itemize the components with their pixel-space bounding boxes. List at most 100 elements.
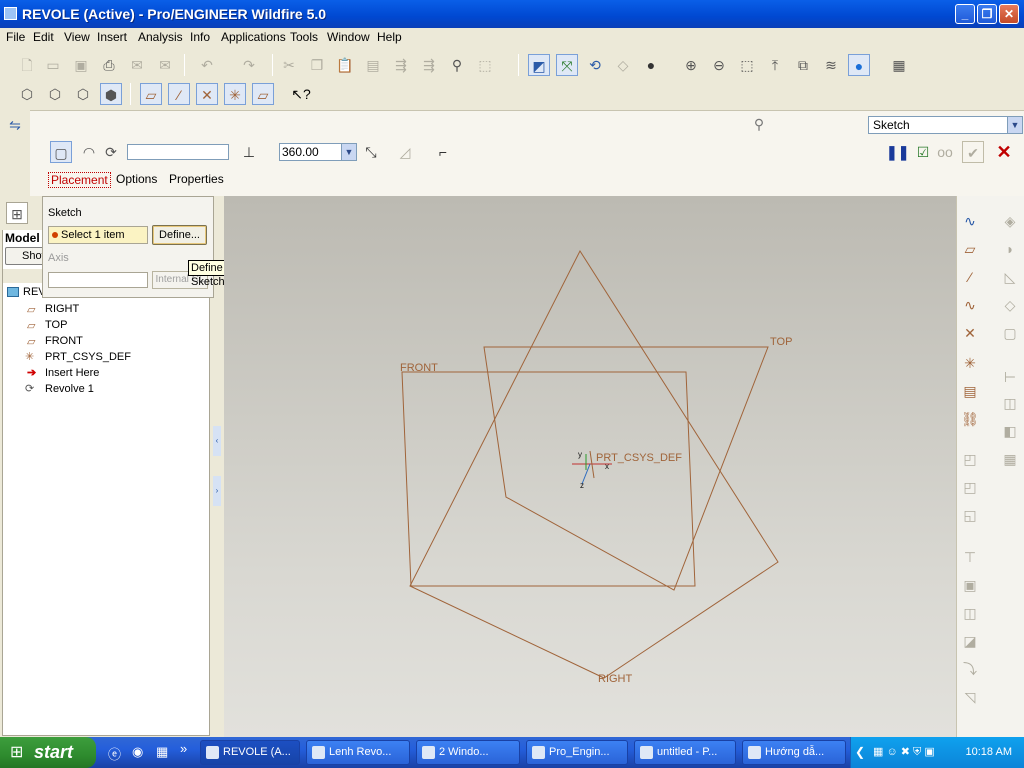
send-icon[interactable]: ✉ [154,54,176,76]
paste-icon[interactable]: 📋 [334,54,356,76]
email-icon[interactable]: ✉ [126,54,148,76]
filter-select[interactable]: Sketch ▼ [868,116,1023,134]
angle-value-select[interactable]: 360.00 ▼ [279,143,357,161]
undo-icon[interactable]: ↶ [196,54,218,76]
annotations-icon[interactable]: ▱ [252,83,274,105]
sweep-icon[interactable]: ◱ [959,504,981,526]
define-button[interactable]: Define... [152,225,207,245]
axis-tool-icon[interactable]: ⁄ [959,266,981,288]
trim-icon[interactable]: ▣ [959,574,981,596]
rib-icon[interactable]: ⊢ [999,366,1021,388]
close-button[interactable]: ✕ [999,4,1019,24]
chain-icon[interactable]: ⛓ [959,408,981,430]
paste-special-icon[interactable]: ▤ [362,54,384,76]
thicken-icon[interactable]: ◪ [959,630,981,652]
revolve-tool-icon[interactable]: ◰ [959,476,981,498]
offset-icon[interactable]: ◫ [959,602,981,624]
menu-view[interactable]: View [64,30,90,44]
task-windows-group[interactable]: 2 Windo... [416,740,520,765]
quicklaunch-icon[interactable]: ◉ [132,744,143,760]
angle-option-icon[interactable]: ⊥ [238,141,260,163]
axis-collector-icon[interactable]: ⟳ [100,141,122,163]
tree-item-insert-here[interactable]: Insert Here [45,367,99,379]
menu-analysis[interactable]: Analysis [138,30,183,44]
tree-item-right[interactable]: RIGHT [45,303,79,315]
tab-placement[interactable]: Placement [48,172,111,188]
remove-material-icon[interactable]: ◿ [394,141,416,163]
task-untitled-paint[interactable]: untitled - P... [634,740,736,765]
point-tool-icon[interactable]: ✕ [959,322,981,344]
hidden-line-icon[interactable]: ⬡ [44,83,66,105]
zoom-in-icon[interactable]: ⊕ [680,54,702,76]
shading-icon[interactable]: ⬢ [100,83,122,105]
open-folder-icon[interactable]: ▭ [42,54,64,76]
reorient-icon[interactable]: ⤒ [764,54,786,76]
new-file-icon[interactable]: 🗋 [16,54,38,76]
layers-icon[interactable]: ≋ [820,54,842,76]
redo-icon[interactable]: ↷ [238,54,260,76]
quicklaunch-more-icon[interactable]: » [180,741,187,756]
tree-item-top[interactable]: TOP [45,319,67,331]
thicken-sketch-icon[interactable]: ⌐ [432,141,454,163]
ie-icon[interactable]: ⓔ [108,744,121,763]
tab-properties[interactable]: Properties [169,172,224,186]
menu-applications[interactable]: Applications [221,30,286,44]
cancel-x-icon[interactable]: ✕ [993,141,1015,163]
context-help-icon[interactable]: ↖? [290,83,312,105]
task-lenh-revo[interactable]: Lenh Revo... [306,740,410,765]
view-manager-icon[interactable]: ⧉ [792,54,814,76]
refit-icon[interactable]: ⬚ [736,54,758,76]
regenerate-manager-icon[interactable]: ⇶ [418,54,440,76]
flip-direction-icon[interactable]: ⤡ [360,141,382,163]
print-icon[interactable]: ⎙ [98,54,120,76]
plane-tool-icon[interactable]: ▱ [959,238,981,260]
display-style-icon[interactable]: ● [848,54,870,76]
sketch-tool-icon[interactable]: ∿ [959,210,981,232]
csys-tool-icon[interactable]: ✳ [959,352,981,374]
model-tree-tab-icon[interactable]: ⊞ [6,202,28,224]
surface-icon[interactable]: ◠ [78,141,100,163]
minimize-button[interactable]: _ [955,4,975,24]
orient-mode-icon[interactable]: ⟲ [584,54,606,76]
warp-icon[interactable]: ◹ [959,686,981,708]
maximize-button[interactable]: ❐ [977,4,997,24]
task-revole[interactable]: REVOLE (A... [200,740,300,765]
smart-filter-icon[interactable]: ⚲ [748,113,770,135]
extrude-icon[interactable]: ◰ [959,448,981,470]
axis-collector[interactable] [48,272,148,288]
spin-center-icon[interactable]: ⤧ [556,54,578,76]
grid-icon[interactable]: ▦ [999,448,1021,470]
saved-views-icon[interactable]: ◇ [612,54,634,76]
tab-options[interactable]: Options [116,172,157,186]
curve-tool-icon[interactable]: ∿ [959,294,981,316]
datum-planes-icon[interactable]: ▱ [140,83,162,105]
appearance-sphere-icon[interactable]: ● [640,54,662,76]
shell-icon[interactable]: ▢ [999,322,1021,344]
pause-icon[interactable]: ❚❚ [886,141,909,163]
zoom-out-icon[interactable]: ⊖ [708,54,730,76]
model-tree-toggle-icon[interactable]: ▦ [888,54,910,76]
graphics-window[interactable]: FRONT TOP RIGHT PRT_CSYS_DEF y x z [224,196,956,737]
regenerate-icon[interactable]: ⇶ [390,54,412,76]
task-pro-engin[interactable]: Pro_Engin... [526,740,628,765]
quicklaunch-icon[interactable]: ▦ [156,744,168,760]
preview-glasses-icon[interactable]: oo [934,141,956,163]
menu-info[interactable]: Info [190,30,210,44]
show-button[interactable]: Show [5,247,50,265]
hole-icon[interactable]: ◈ [999,210,1021,232]
solid-icon[interactable]: ▢ [50,141,72,163]
menu-window[interactable]: Window [327,30,370,44]
tree-item-front[interactable]: FRONT [45,335,83,347]
axis-collector-input[interactable] [127,144,229,160]
datum-axes-icon[interactable]: ⁄ [168,83,190,105]
verify-checkbox-icon[interactable]: ☑ [912,141,934,163]
chamfer-icon[interactable]: ◺ [999,266,1021,288]
tray-expand-icon[interactable]: ❮ [855,745,865,759]
copy-icon[interactable]: ❐ [306,54,328,76]
repaint-icon[interactable]: ◩ [528,54,550,76]
menu-insert[interactable]: Insert [97,30,127,44]
accept-check-icon[interactable]: ✔ [962,141,984,163]
selection-box-icon[interactable]: ⬚ [474,54,496,76]
analysis-tool-icon[interactable]: ▤ [959,380,981,402]
cut-icon[interactable]: ✂ [278,54,300,76]
